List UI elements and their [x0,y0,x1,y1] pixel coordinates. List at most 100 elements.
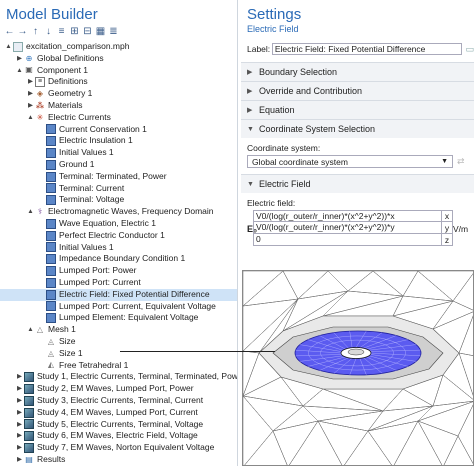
tree-item[interactable]: ▶ Study 4, EM Waves, Lumped Port, Current [0,407,237,419]
tree-item-label: excitation_comparison.mph [26,41,130,51]
tree-item[interactable]: ◬ Size [0,336,237,348]
tree-item-label: Ground 1 [59,158,95,169]
coordinate-settings-icon[interactable]: ⇄ [457,156,465,167]
toolbar-button-4[interactable]: ≡ [56,26,67,37]
tree-item[interactable]: Lumped Element: Equivalent Voltage [0,312,237,324]
tree-item[interactable]: Current Conservation 1 [0,124,237,136]
tree-item[interactable]: ◭ Free Tetrahedral 1 [0,360,237,372]
tree-item[interactable]: ▶ Study 6, EM Waves, Electric Field, Volt… [0,430,237,442]
domain-node-icon [46,124,56,135]
collapsed-toggle-icon[interactable]: ▶ [26,76,35,88]
tree-item-label: Study 3, Electric Currents, Terminal, Cu… [37,394,204,405]
tree-item[interactable]: ▶ Study 3, Electric Currents, Terminal, C… [0,395,237,407]
toolbar-button-1[interactable]: → [17,26,28,37]
section-equation[interactable]: ▶ Equation [241,100,474,119]
collapsed-toggle-icon[interactable]: ▶ [15,383,24,395]
tree-item[interactable]: ▶ Study 1, Electric Currents, Terminal, T… [0,371,237,383]
toolbar-button-8[interactable]: ≣ [108,26,119,37]
tree-item[interactable]: Perfect Electric Conductor 1 [0,230,237,242]
label-input[interactable]: Electric Field: Fixed Potential Differen… [271,43,463,55]
collapsed-toggle-icon[interactable]: ▶ [15,430,24,442]
collapsed-toggle-icon[interactable]: ▶ [26,88,35,100]
tree-item[interactable]: Electric Insulation 1 [0,135,237,147]
section-label: Equation [259,105,295,115]
highlighted-boundary [294,330,422,376]
collapsed-toggle-icon[interactable]: ▶ [15,407,24,419]
collapsed-toggle-icon[interactable]: ▶ [15,454,24,466]
toolbar-button-0[interactable]: ← [4,26,15,37]
section-electric-field[interactable]: ▼ Electric Field [241,174,474,193]
expression-input[interactable]: V0/(log(r_outer/r_inner)*(x^2+y^2))*y [254,222,442,233]
boundary-node-icon [46,136,56,147]
expanded-toggle-icon[interactable]: ▲ [26,206,35,218]
tree-item[interactable]: Lumped Port: Current [0,277,237,289]
tree-item[interactable]: Initial Values 1 [0,242,237,254]
electric-currents-icon: ✳ [36,112,44,122]
tree-item[interactable]: ▶ ⊕ Global Definitions [0,53,237,65]
tree-item-label: Electric Field: Fixed Potential Differen… [59,288,210,299]
tree-item[interactable]: Lumped Port: Power [0,265,237,277]
reset-label-icon[interactable]: ▭ [465,44,474,55]
coordinate-system-select[interactable]: Global coordinate system ▼ [247,155,453,168]
tree-item[interactable]: Initial Values 1 [0,147,237,159]
tree-item[interactable]: Wave Equation, Electric 1 [0,218,237,230]
tree-item[interactable]: Terminal: Voltage [0,194,237,206]
tree-item[interactable]: ▶ Study 2, EM Waves, Lumped Port, Power [0,383,237,395]
collapsed-toggle-icon[interactable]: ▶ [15,53,24,65]
collapsed-toggle-icon[interactable]: ▶ [15,442,24,454]
size-icon: ◬ [47,336,55,346]
section-boundary-selection[interactable]: ▶ Boundary Selection [241,62,474,81]
expression-input[interactable]: V0/(log(r_outer/r_inner)*(x^2+y^2))*x [254,211,442,221]
section-label: Coordinate System Selection [259,124,376,134]
tree-item-label: Study 2, EM Waves, Lumped Port, Power [37,383,194,394]
boundary-node-icon [46,195,56,206]
tree-item[interactable]: Ground 1 [0,159,237,171]
tree-item[interactable]: Terminal: Current [0,183,237,195]
tree-item-label: Initial Values 1 [59,147,114,158]
tree-item[interactable]: ◬ Size 1 [0,348,237,360]
collapsed-toggle-icon[interactable]: ▶ [15,371,24,383]
em-waves-icon: ⚕ [37,207,43,217]
electric-field-expressions: V0/(log(r_outer/r_inner)*(x^2+y^2))*x x V0… [253,210,453,246]
tree-item[interactable]: ▲ excitation_comparison.mph [0,41,237,53]
expression-input[interactable]: 0 [254,234,442,245]
toolbar-button-3[interactable]: ↓ [43,26,54,37]
chevron-right-icon: ▶ [247,88,253,95]
boundary-node-icon [46,313,56,324]
tree-item[interactable]: ▲ △ Mesh 1 [0,324,237,336]
tree-item[interactable]: ▶ ◈ Geometry 1 [0,88,237,100]
tree-item-label: Component 1 [37,64,89,75]
tree-item-label: Lumped Port: Current [59,276,141,287]
tree-item[interactable]: ▶ Study 5, Electric Currents, Terminal, V… [0,419,237,431]
tree-item[interactable]: ▲ ✳ Electric Currents [0,112,237,124]
expanded-toggle-icon[interactable]: ▲ [26,112,35,124]
tree-item[interactable]: Lumped Port: Current, Equivalent Voltage [0,301,237,313]
expression-row: V0/(log(r_outer/r_inner)*(x^2+y^2))*x x [253,210,453,222]
tree-item[interactable]: Terminal: Terminated, Power [0,171,237,183]
section-override-contribution[interactable]: ▶ Override and Contribution [241,81,474,100]
expanded-toggle-icon[interactable]: ▲ [15,65,24,77]
tree-item[interactable]: ▲ ▣ Component 1 [0,65,237,77]
expanded-toggle-icon[interactable]: ▲ [26,324,35,336]
toolbar-button-6[interactable]: ⊟ [82,26,93,37]
section-coordinate-system[interactable]: ▼ Coordinate System Selection [241,119,474,138]
tree-item[interactable]: Impedance Boundary Condition 1 [0,253,237,265]
tree-item[interactable]: ▶ ≡ Definitions [0,76,237,88]
toolbar-button-2[interactable]: ↑ [30,26,41,37]
tree-item-label: Terminal: Terminated, Power [59,170,167,181]
tree-item[interactable]: ▶ ⁂ Materials [0,100,237,112]
collapsed-toggle-icon[interactable]: ▶ [15,419,24,431]
graphics-window[interactable] [242,270,474,466]
tree-item[interactable]: ▶ Study 7, EM Waves, Norton Equivalent Vo… [0,442,237,454]
tree-item[interactable]: ▶ ▤ Results [0,454,237,466]
tree-item-selected[interactable]: Electric Field: Fixed Potential Differen… [0,288,237,301]
study-icon [24,372,34,383]
expanded-toggle-icon[interactable]: ▲ [4,41,13,53]
tree-item[interactable]: ▲ ⚕ Electromagnetic Waves, Frequency Domai… [0,206,237,218]
collapsed-toggle-icon[interactable]: ▶ [15,395,24,407]
boundary-node-icon [46,230,56,241]
toolbar-button-7[interactable]: ▦ [95,26,106,37]
domain-node-icon [46,242,56,253]
collapsed-toggle-icon[interactable]: ▶ [26,100,35,112]
toolbar-button-5[interactable]: ⊞ [69,26,80,37]
